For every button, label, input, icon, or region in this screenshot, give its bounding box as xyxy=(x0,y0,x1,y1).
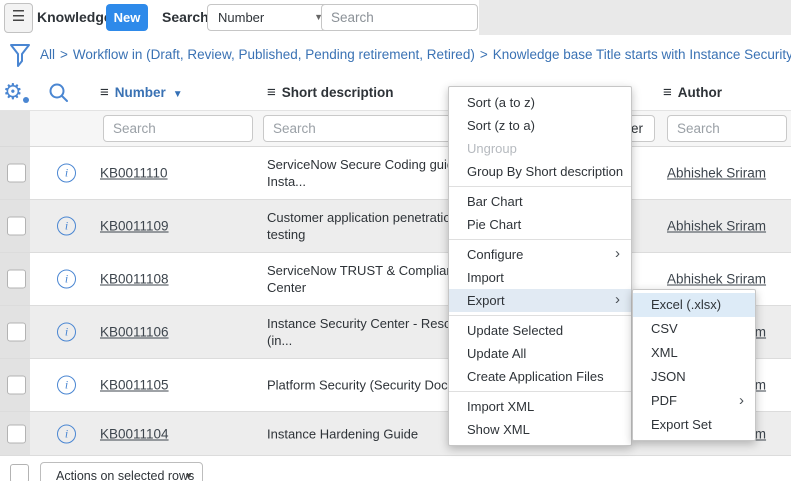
actions-dropdown-label: Actions on selected rows xyxy=(56,469,195,481)
chevron-right-icon: › xyxy=(615,245,620,262)
search-field-selector-value: Number xyxy=(218,10,265,25)
column-header-number[interactable]: ≡ Number ▼ xyxy=(100,75,183,112)
search-field-selector[interactable]: Number ▼ xyxy=(207,4,333,31)
topbar-background-filler xyxy=(479,0,791,35)
chevron-right-icon: › xyxy=(615,291,620,308)
menu-item-update-selected[interactable]: Update Selected xyxy=(449,319,631,342)
column-label: Author xyxy=(677,85,723,100)
author-filter-input[interactable] xyxy=(667,115,787,142)
submenu-item-json[interactable]: JSON xyxy=(633,365,755,389)
hamburger-menu-icon[interactable]: ☰ xyxy=(4,3,33,33)
search-label: Search xyxy=(162,9,209,25)
gear-icon[interactable]: ⚙ xyxy=(3,79,29,105)
sort-descending-icon: ▼ xyxy=(172,89,183,100)
breadcrumb-workflow-filter[interactable]: Workflow in (Draft, Review, Published, P… xyxy=(73,47,475,62)
column-context-menu: Sort (a to z) Sort (z to a) Ungroup Grou… xyxy=(448,86,632,446)
menu-item-sort-a-z[interactable]: Sort (a to z) xyxy=(449,91,631,114)
filter-funnel-icon[interactable] xyxy=(8,42,32,69)
menu-item-label: Configure xyxy=(467,247,524,262)
record-number-link[interactable]: KB0011106 xyxy=(100,325,169,340)
menu-item-configure[interactable]: Configure › xyxy=(449,243,631,266)
info-icon[interactable]: i xyxy=(57,424,76,443)
column-header-short-description[interactable]: ≡ Short description xyxy=(267,75,394,110)
breadcrumb-all[interactable]: All xyxy=(40,47,55,62)
submenu-item-label: PDF xyxy=(651,393,677,408)
info-icon[interactable]: i xyxy=(57,269,76,289)
author-link[interactable]: Abhishek Sriram xyxy=(667,219,766,234)
number-filter-input[interactable] xyxy=(103,115,253,142)
submenu-item-xml[interactable]: XML xyxy=(633,341,755,365)
row-checkbox[interactable] xyxy=(7,375,26,395)
submenu-item-export-set[interactable]: Export Set xyxy=(633,413,755,437)
info-icon[interactable]: i xyxy=(57,322,76,342)
menu-item-show-xml[interactable]: Show XML xyxy=(449,418,631,441)
short-description-filter-input[interactable] xyxy=(263,115,453,142)
record-number-link[interactable]: KB0011105 xyxy=(100,378,169,393)
breadcrumb: All > Workflow in (Draft, Review, Publishe… xyxy=(40,35,791,75)
knowledge-list-screen: ☰ Knowledge New Search Number ▼ All > Work… xyxy=(0,0,791,481)
info-icon[interactable]: i xyxy=(57,216,76,236)
menu-item-import[interactable]: Import xyxy=(449,266,631,289)
record-number-link[interactable]: KB0011104 xyxy=(100,426,169,441)
menu-divider xyxy=(449,239,631,240)
menu-divider xyxy=(449,391,631,392)
submenu-item-excel[interactable]: Excel (.xlsx) xyxy=(633,293,755,317)
chevron-right-icon: › xyxy=(739,392,744,409)
column-menu-icon[interactable]: ≡ xyxy=(663,84,672,101)
menu-item-create-application-files[interactable]: Create Application Files xyxy=(449,365,631,388)
info-icon[interactable]: i xyxy=(57,163,76,183)
menu-item-group-by-short-description[interactable]: Group By Short description xyxy=(449,160,631,183)
row-checkbox[interactable] xyxy=(7,424,26,443)
column-label: Short description xyxy=(281,85,394,100)
row-checkbox[interactable] xyxy=(7,163,26,183)
row-checkbox[interactable] xyxy=(7,269,26,289)
actions-dropdown[interactable]: Actions on selected rows ▼ xyxy=(40,462,203,481)
author-link[interactable]: Abhishek Sriram xyxy=(667,166,766,181)
row-checkbox[interactable] xyxy=(7,216,26,236)
menu-item-update-all[interactable]: Update All xyxy=(449,342,631,365)
menu-item-pie-chart[interactable]: Pie Chart xyxy=(449,213,631,236)
breadcrumb-kb-filter[interactable]: Knowledge base Title starts with Instanc… xyxy=(493,47,791,62)
menu-item-export[interactable]: Export › xyxy=(449,289,631,312)
column-menu-icon[interactable]: ≡ xyxy=(100,84,109,101)
column-menu-icon[interactable]: ≡ xyxy=(267,84,276,101)
table-row: i KB0011110 ServiceNow Secure Coding gui… xyxy=(0,147,791,200)
submenu-item-csv[interactable]: CSV xyxy=(633,317,755,341)
menu-divider xyxy=(449,186,631,187)
export-submenu: Excel (.xlsx) CSV XML JSON PDF › Export … xyxy=(632,289,756,441)
record-number-link[interactable]: KB0011110 xyxy=(100,166,168,181)
table-row: i KB0011109 Customer application penetra… xyxy=(0,200,791,253)
column-header-author[interactable]: ≡ Author xyxy=(663,75,722,110)
row-checkbox[interactable] xyxy=(7,322,26,342)
menu-divider xyxy=(449,315,631,316)
submenu-item-pdf[interactable]: PDF › xyxy=(633,389,755,413)
menu-item-bar-chart[interactable]: Bar Chart xyxy=(449,190,631,213)
menu-item-import-xml[interactable]: Import XML xyxy=(449,395,631,418)
caret-down-icon: ▼ xyxy=(184,471,193,481)
record-number-link[interactable]: KB0011108 xyxy=(100,272,169,287)
column-label: Number xyxy=(114,85,166,100)
menu-item-label: Export xyxy=(467,293,505,308)
breadcrumb-separator: > xyxy=(479,47,488,62)
author-link[interactable]: Abhishek Sriram xyxy=(667,272,766,287)
menu-item-ungroup: Ungroup xyxy=(467,141,517,156)
list-toolbar: ☰ Knowledge New Search Number ▼ xyxy=(0,0,791,36)
breadcrumb-row: All > Workflow in (Draft, Review, Publishe… xyxy=(0,35,791,75)
menu-item-sort-z-a[interactable]: Sort (z to a) xyxy=(449,114,631,137)
column-filter-row: er xyxy=(0,110,791,147)
breadcrumb-separator: > xyxy=(60,47,68,62)
toolbar-search-input[interactable] xyxy=(321,4,478,31)
search-icon[interactable] xyxy=(48,82,70,104)
record-number-link[interactable]: KB0011109 xyxy=(100,219,169,234)
column-header-row: ⚙ ≡ Number ▼ ≡ Short description ≡ Author xyxy=(0,75,791,110)
select-all-checkbox[interactable] xyxy=(10,464,29,481)
new-button[interactable]: New xyxy=(106,4,148,31)
list-title: Knowledge xyxy=(37,9,112,25)
info-icon[interactable]: i xyxy=(57,375,76,395)
